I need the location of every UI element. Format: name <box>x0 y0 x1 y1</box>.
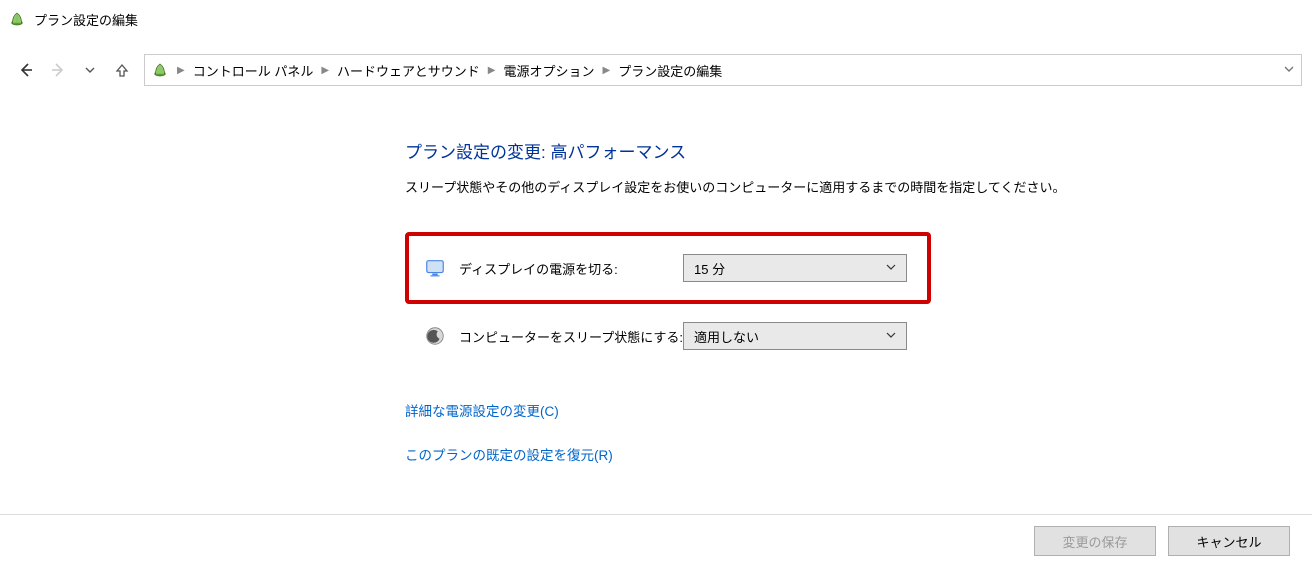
content-area: プラン設定の変更: 高パフォーマンス スリープ状態やその他のディスプレイ設定をお… <box>0 88 1312 488</box>
display-icon <box>423 256 447 280</box>
nav-up-button[interactable] <box>112 60 132 80</box>
window-title: プラン設定の編集 <box>34 10 138 29</box>
nav-back-button[interactable] <box>16 60 36 80</box>
setting-display-off-value: 15 分 <box>694 259 725 278</box>
setting-sleep-value: 適用しない <box>694 327 759 346</box>
nav-bar: ▶ コントロール パネル ▶ ハードウェアとサウンド ▶ 電源オプション ▶ プ… <box>0 52 1312 88</box>
chevron-right-icon: ▶ <box>601 65 613 76</box>
title-bar: プラン設定の編集 <box>0 0 1312 34</box>
breadcrumb-item[interactable]: ハードウェアとサウンド <box>331 55 486 85</box>
chevron-right-icon: ▶ <box>319 65 331 76</box>
power-plan-icon <box>151 61 169 79</box>
power-plan-icon <box>8 10 26 28</box>
breadcrumb-item[interactable]: プラン設定の編集 <box>612 55 728 85</box>
breadcrumb-item[interactable]: コントロール パネル <box>187 55 320 85</box>
sleep-icon <box>423 324 447 348</box>
setting-sleep: コンピューターをスリープ状態にする: 適用しない <box>405 322 907 350</box>
advanced-settings-link[interactable]: 詳細な電源設定の変更(C) <box>405 400 613 420</box>
link-list: 詳細な電源設定の変更(C) このプランの既定の設定を復元(R) <box>405 400 613 488</box>
page-heading: プラン設定の変更: 高パフォーマンス <box>405 138 686 163</box>
nav-forward-button[interactable] <box>48 60 68 80</box>
breadcrumb-item[interactable]: 電源オプション <box>497 55 600 85</box>
restore-defaults-link[interactable]: このプランの既定の設定を復元(R) <box>405 444 613 464</box>
cancel-button[interactable]: キャンセル <box>1168 526 1290 556</box>
nav-recent-button[interactable] <box>80 60 100 80</box>
setting-display-off-label: ディスプレイの電源を切る: <box>459 259 683 278</box>
breadcrumb[interactable]: ▶ コントロール パネル ▶ ハードウェアとサウンド ▶ 電源オプション ▶ プ… <box>144 54 1302 86</box>
save-button[interactable]: 変更の保存 <box>1034 526 1156 556</box>
breadcrumb-dropdown-button[interactable] <box>1283 63 1295 78</box>
chevron-down-icon <box>886 330 896 343</box>
chevron-right-icon: ▶ <box>486 65 498 76</box>
setting-display-off-select[interactable]: 15 分 <box>683 254 907 282</box>
chevron-right-icon: ▶ <box>175 65 187 76</box>
setting-sleep-select[interactable]: 適用しない <box>683 322 907 350</box>
footer: 変更の保存 キャンセル <box>0 514 1312 567</box>
setting-display-off: ディスプレイの電源を切る: 15 分 <box>423 254 907 282</box>
chevron-down-icon <box>886 262 896 275</box>
setting-sleep-label: コンピューターをスリープ状態にする: <box>459 327 683 346</box>
highlight-box: ディスプレイの電源を切る: 15 分 <box>405 232 931 304</box>
page-subheading: スリープ状態やその他のディスプレイ設定をお使いのコンピューターに適用するまでの時… <box>405 177 1066 196</box>
